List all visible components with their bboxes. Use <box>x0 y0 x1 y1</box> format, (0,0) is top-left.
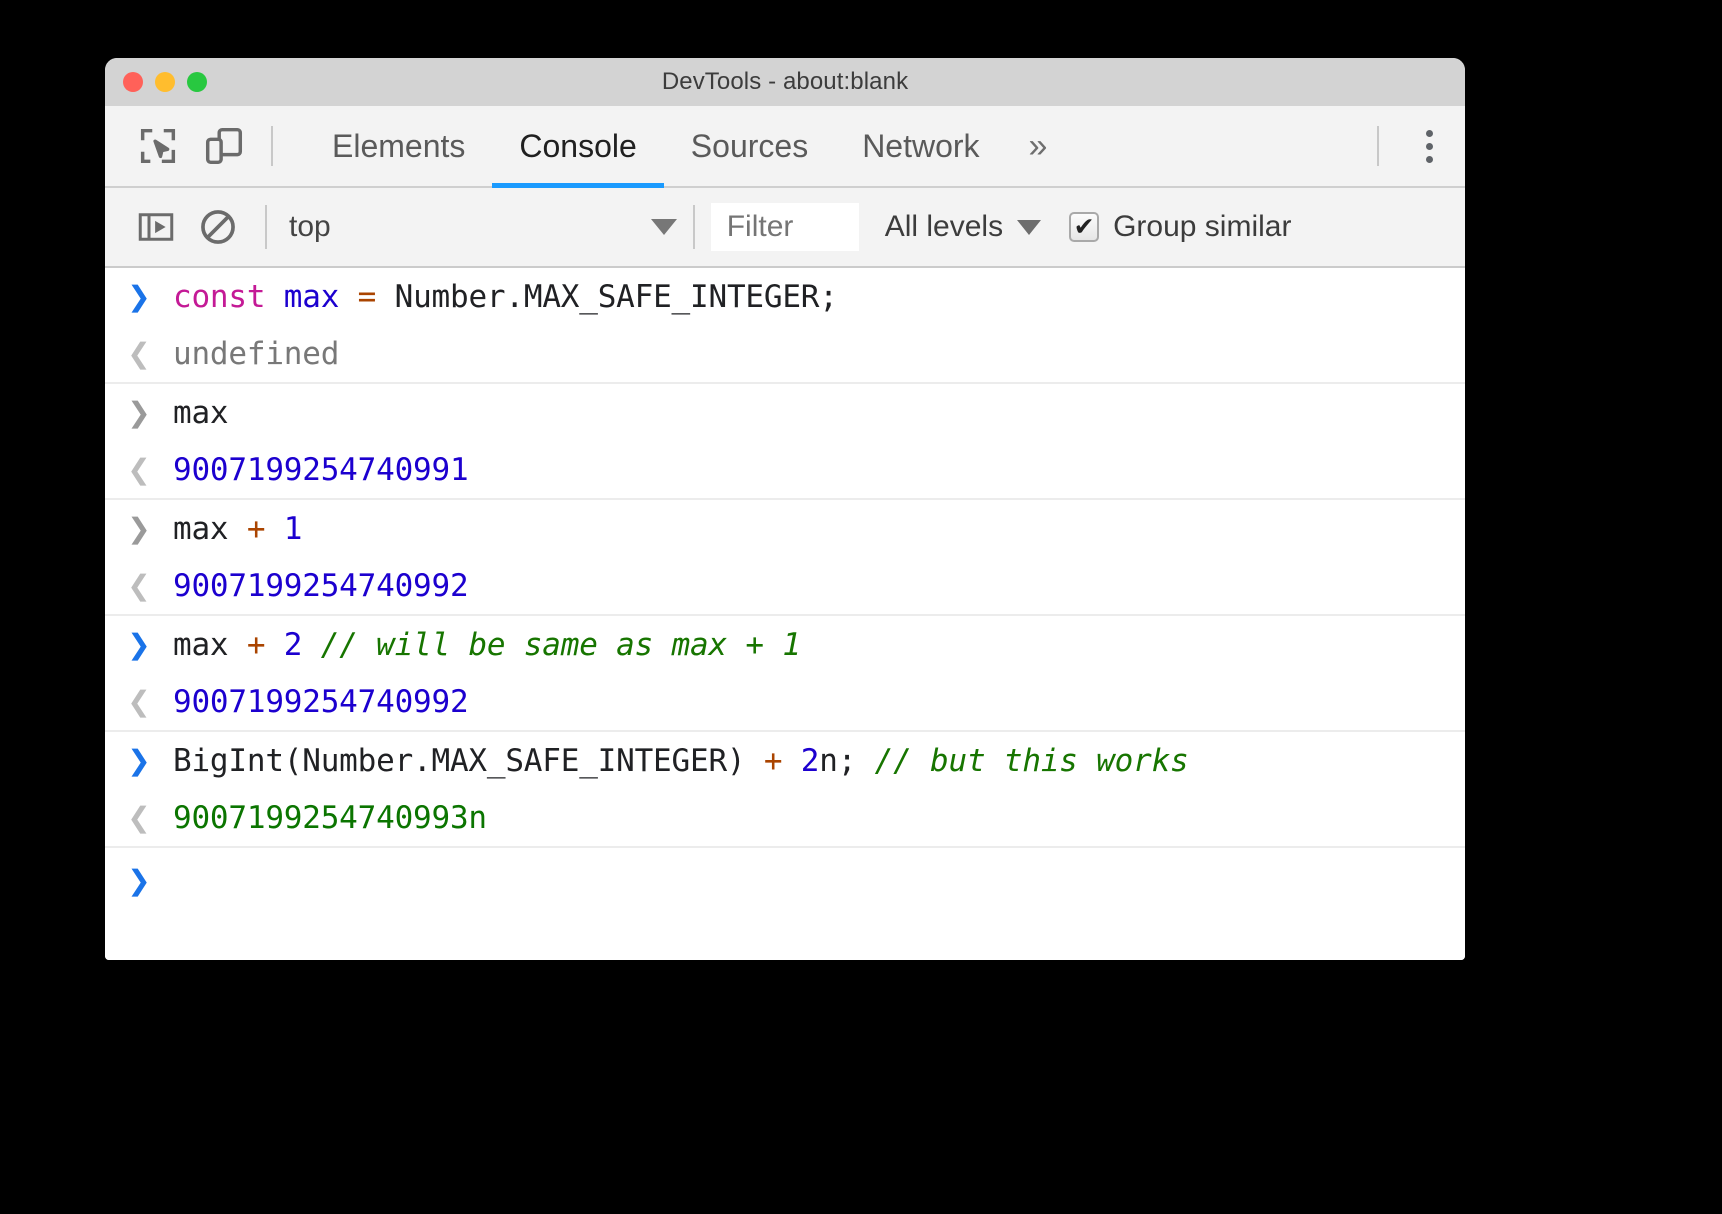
tab-network-label: Network <box>862 128 979 165</box>
console-output-row: ❮ 9007199254740992 <box>105 557 1465 614</box>
title-bar: DevTools - about:blank <box>105 58 1465 106</box>
console-input-row[interactable]: ❯ BigInt(Number.MAX_SAFE_INTEGER) + 2n; … <box>105 732 1465 789</box>
console-input-row[interactable]: ❯ max + 2 // will be same as max + 1 <box>105 616 1465 673</box>
console-sidebar-icon[interactable] <box>125 187 187 267</box>
devtools-tab-bar: Elements Console Sources Network » <box>105 106 1465 188</box>
console-toolbar: top All levels ✔ Group similar <box>105 188 1465 268</box>
console-prompt-row[interactable]: ❯ <box>105 848 1465 912</box>
console-output-text: 9007199254740993n <box>173 800 487 836</box>
tabbar-divider-left <box>271 126 273 166</box>
tab-network[interactable]: Network <box>835 106 1006 186</box>
device-toolbar-icon[interactable] <box>191 106 257 186</box>
execution-context-selector[interactable]: top <box>283 210 677 244</box>
console-input-text: max + 2 // will be same as max + 1 <box>173 627 801 663</box>
more-tabs-icon[interactable]: » <box>1007 106 1070 186</box>
chevron-down-icon <box>651 219 677 235</box>
console-input-row[interactable]: ❯ max + 1 <box>105 500 1465 557</box>
output-marker-icon: ❮ <box>105 453 173 486</box>
tab-console[interactable]: Console <box>492 106 663 186</box>
kebab-dot-3 <box>1426 156 1433 163</box>
console-toolbar-divider-2 <box>693 205 695 249</box>
input-marker-icon: ❯ <box>105 628 173 661</box>
clear-console-icon[interactable] <box>187 187 249 267</box>
output-marker-icon: ❮ <box>105 569 173 602</box>
tab-elements-label: Elements <box>332 128 465 165</box>
tabbar-divider-right <box>1377 126 1379 166</box>
console-output-row: ❮ 9007199254740993n <box>105 789 1465 846</box>
input-marker-icon: ❯ <box>105 396 173 429</box>
window-title: DevTools - about:blank <box>105 68 1465 96</box>
console-output-row: ❮ 9007199254740991 <box>105 441 1465 498</box>
kebab-dot-2 <box>1426 143 1433 150</box>
kebab-dot-1 <box>1426 130 1433 137</box>
output-marker-icon: ❮ <box>105 337 173 370</box>
prompt-marker-icon: ❯ <box>105 864 173 897</box>
devtools-window: DevTools - about:blank Elements Console <box>105 58 1465 960</box>
console-group: ❯ max + 2 // will be same as max + 1 ❮ 9… <box>105 616 1465 732</box>
console-input-text: BigInt(Number.MAX_SAFE_INTEGER) + 2n; //… <box>173 743 1189 779</box>
console-input-text: max + 1 <box>173 511 302 547</box>
console-message-list[interactable]: ❯ const max = Number.MAX_SAFE_INTEGER; ❮… <box>105 268 1465 960</box>
console-output-row: ❮ undefined <box>105 325 1465 382</box>
console-output-text: undefined <box>173 336 339 372</box>
console-output-text: 9007199254740991 <box>173 452 468 488</box>
kebab-menu-icon[interactable] <box>1393 106 1465 186</box>
input-marker-icon: ❯ <box>105 744 173 777</box>
tab-sources[interactable]: Sources <box>664 106 835 186</box>
execution-context-label: top <box>289 210 331 244</box>
console-output-text: 9007199254740992 <box>173 568 468 604</box>
close-window-button[interactable] <box>123 72 143 92</box>
traffic-lights <box>123 58 207 106</box>
input-marker-icon: ❯ <box>105 512 173 545</box>
group-similar-toggle[interactable]: ✔ Group similar <box>1069 210 1291 244</box>
group-similar-checkbox[interactable]: ✔ <box>1069 212 1099 242</box>
chevron-down-icon <box>1017 220 1041 235</box>
console-group: ❯ max + 1 ❮ 9007199254740992 <box>105 500 1465 616</box>
group-similar-label: Group similar <box>1113 210 1291 244</box>
output-marker-icon: ❮ <box>105 685 173 718</box>
zoom-window-button[interactable] <box>187 72 207 92</box>
console-input-row[interactable]: ❯ max <box>105 384 1465 441</box>
output-marker-icon: ❮ <box>105 801 173 834</box>
tab-console-label: Console <box>519 128 636 165</box>
inspect-element-icon[interactable] <box>125 106 191 186</box>
console-input-row[interactable]: ❯ const max = Number.MAX_SAFE_INTEGER; <box>105 268 1465 325</box>
filter-input[interactable] <box>711 203 859 251</box>
tabbar-spacer <box>1069 106 1363 186</box>
console-toolbar-divider-1 <box>265 205 267 249</box>
console-output-row: ❮ 9007199254740992 <box>105 673 1465 730</box>
console-group: ❯ max ❮ 9007199254740991 <box>105 384 1465 500</box>
log-level-selector[interactable]: All levels <box>885 210 1041 244</box>
console-group: ❯ BigInt(Number.MAX_SAFE_INTEGER) + 2n; … <box>105 732 1465 848</box>
tab-sources-label: Sources <box>691 128 808 165</box>
minimize-window-button[interactable] <box>155 72 175 92</box>
log-level-label: All levels <box>885 210 1003 244</box>
console-input-text: const max = Number.MAX_SAFE_INTEGER; <box>173 279 838 315</box>
console-group: ❯ const max = Number.MAX_SAFE_INTEGER; ❮… <box>105 268 1465 384</box>
input-marker-icon: ❯ <box>105 280 173 313</box>
tab-elements[interactable]: Elements <box>305 106 492 186</box>
panel-tabs: Elements Console Sources Network » <box>305 106 1069 186</box>
console-output-text: 9007199254740992 <box>173 684 468 720</box>
console-input-text: max <box>173 395 228 431</box>
